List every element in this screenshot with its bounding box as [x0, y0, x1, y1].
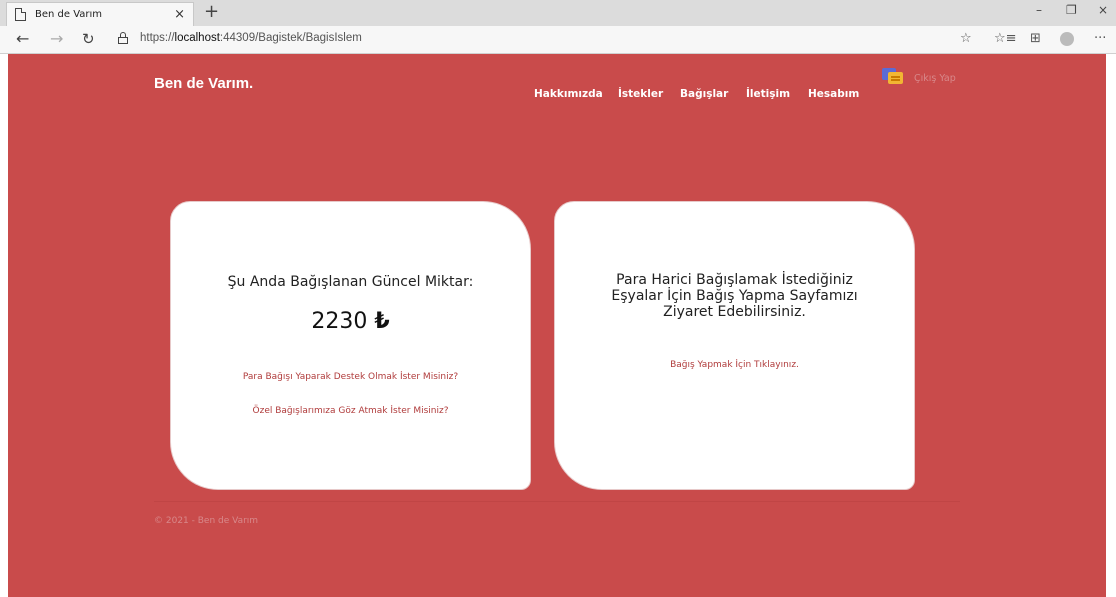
current-amount: 2230 ₺ [171, 309, 530, 334]
tab-close-icon[interactable]: × [174, 7, 185, 22]
donation-amount-card: Şu Anda Bağışlanan Güncel Miktar: 2230 ₺… [170, 201, 531, 490]
favorites-list-icon[interactable]: ☆≡ [994, 31, 1017, 46]
favorite-star-icon[interactable]: ☆ [960, 31, 972, 46]
logout-link[interactable]: Çıkış Yap [914, 73, 956, 84]
url-prefix: https:// [140, 32, 175, 44]
forward-arrow-icon[interactable]: → [50, 30, 63, 48]
browser-tab-bar: Ben de Varım × + – ❐ × [0, 0, 1116, 26]
nav-bagislar[interactable]: Bağışlar [680, 88, 728, 100]
footer-divider [154, 501, 960, 502]
back-arrow-icon[interactable]: ← [16, 30, 29, 48]
item-donation-link[interactable]: Bağış Yapmak İçin Tıklayınız. [555, 360, 914, 370]
address-bar: ← → ↻ https://localhost:44309/Bagistek/B… [0, 26, 1116, 54]
page-body: Ben de Varım. Hakkımızda İstekler Bağışl… [8, 54, 1106, 597]
brand-logo[interactable]: Ben de Varım. [154, 75, 253, 92]
close-window-button[interactable]: × [1098, 3, 1108, 17]
url-path: :44309/Bagistek/BagisIslem [219, 32, 362, 44]
chat-icon[interactable] [882, 68, 904, 86]
url-host: localhost [174, 32, 220, 44]
money-donation-link[interactable]: Para Bağışı Yaparak Destek Olmak İster M… [171, 372, 530, 382]
item-donation-title: Para Harici Bağışlamak İstediğiniz Eşyal… [611, 272, 858, 320]
lock-icon [118, 32, 128, 44]
currency-symbol: ₺ [374, 309, 390, 334]
footer-copyright: © 2021 - Ben de Varım [154, 516, 259, 526]
profile-avatar[interactable] [1060, 32, 1074, 46]
tab-title: Ben de Varım [35, 9, 103, 20]
maximize-button[interactable]: ❐ [1066, 3, 1077, 17]
nav-iletisim[interactable]: İletişim [746, 88, 790, 100]
nav-hesabim[interactable]: Hesabım [808, 88, 859, 100]
nav-istekler[interactable]: İstekler [618, 88, 663, 100]
browser-tab[interactable]: Ben de Varım × [6, 2, 194, 26]
refresh-icon[interactable]: ↻ [82, 30, 95, 48]
item-donation-card: Para Harici Bağışlamak İstediğiniz Eşyal… [554, 201, 915, 490]
amount-value: 2230 [311, 309, 368, 334]
collections-icon[interactable]: ⊞ [1030, 31, 1041, 46]
nav-hakkimizda[interactable]: Hakkımızda [534, 88, 603, 100]
new-tab-button[interactable]: + [204, 2, 219, 22]
special-donations-link[interactable]: Özel Bağışlarımıza Göz Atmak İster Misin… [171, 406, 530, 416]
more-menu-icon[interactable]: ··· [1094, 31, 1106, 46]
page-icon [15, 8, 26, 21]
current-amount-label: Şu Anda Bağışlanan Güncel Miktar: [227, 274, 474, 290]
url-field[interactable]: https://localhost:44309/Bagistek/BagisIs… [140, 32, 362, 44]
minimize-button[interactable]: – [1036, 3, 1042, 17]
